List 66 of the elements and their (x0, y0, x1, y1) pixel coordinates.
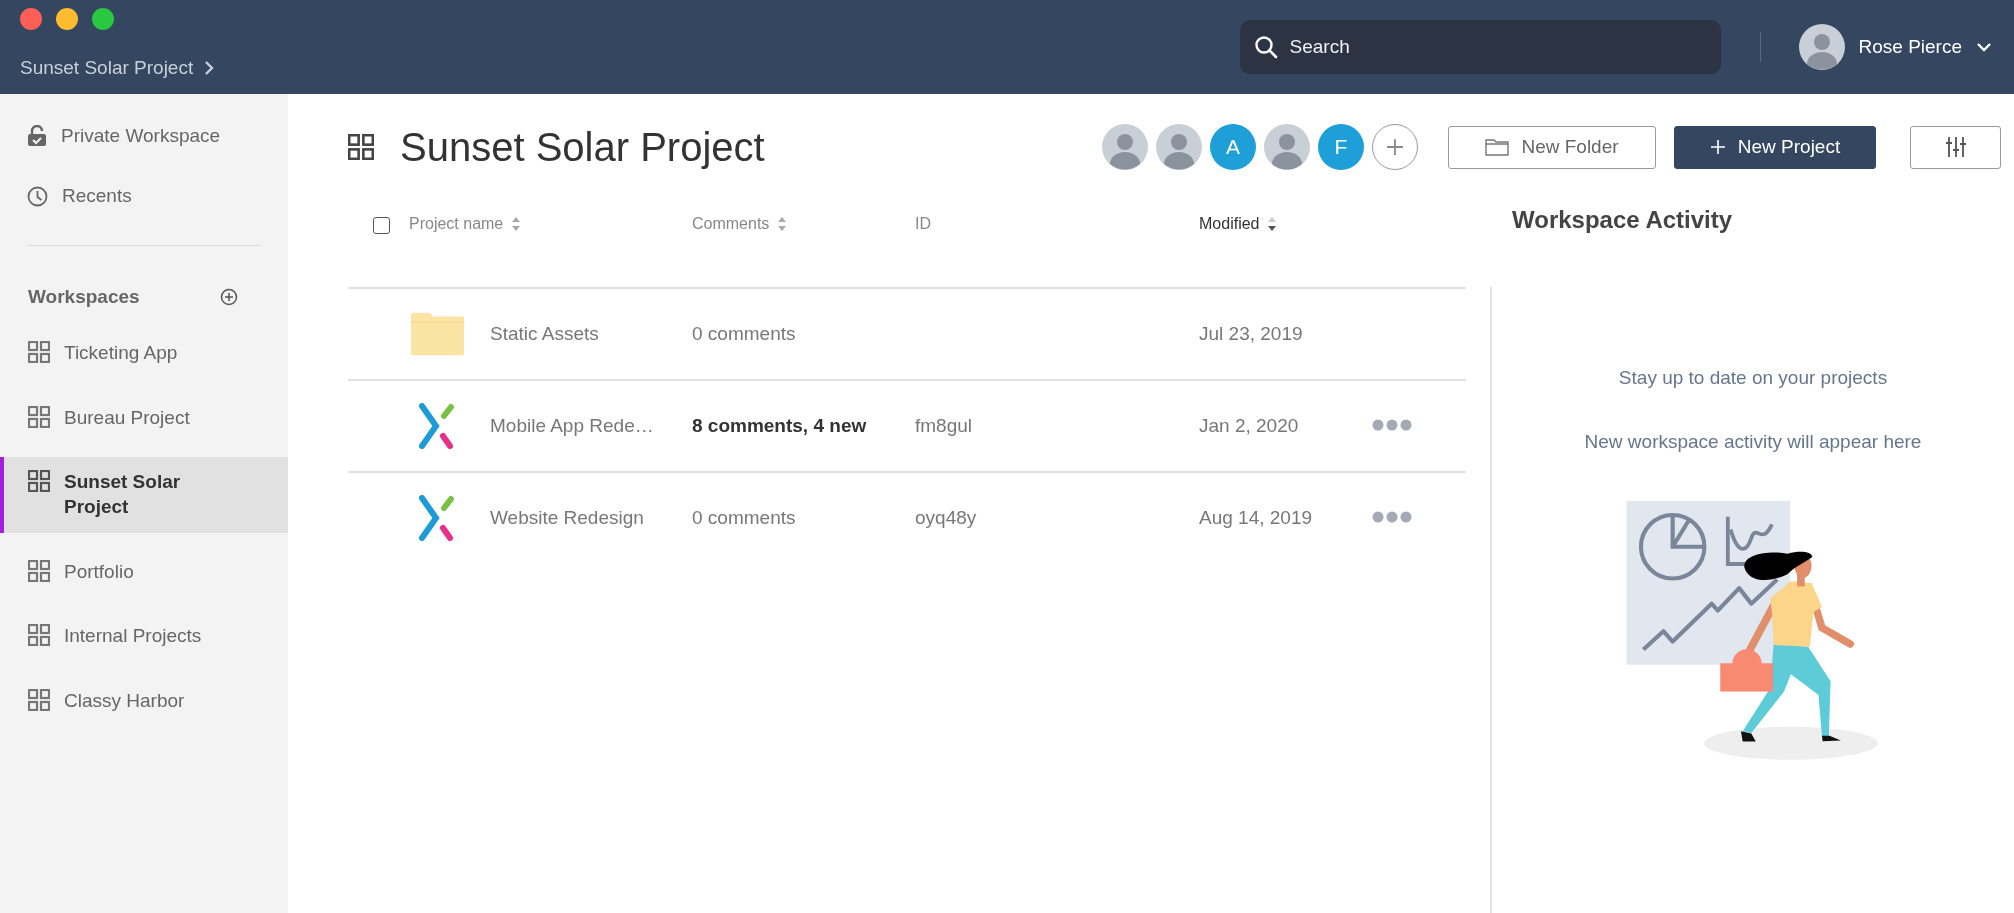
modified-date: Jan 2, 2020 (1199, 415, 1299, 436)
more-icon[interactable] (1372, 511, 1412, 523)
plus-icon (1386, 138, 1404, 156)
grid-icon (28, 689, 50, 712)
panel-title: Workspace Activity (1511, 205, 1734, 235)
avatar-icon (1264, 124, 1310, 170)
comment-count: 0 comments (692, 323, 796, 344)
avatar-icon (1798, 24, 1845, 70)
sidebar-link[interactable]: Private Workspace (61, 125, 221, 147)
grid-icon (28, 559, 50, 582)
new-folder-button[interactable]: New Folder (1448, 125, 1656, 169)
sort-icon[interactable] (1267, 216, 1278, 232)
project-name[interactable]: Static Assets (490, 323, 599, 345)
comment-count: 8 comments, 4 new (692, 415, 867, 436)
avatar: A (1210, 124, 1256, 170)
column-header[interactable]: Modified (1199, 215, 1260, 233)
grid-icon (28, 470, 50, 493)
modified-date: Jul 23, 2019 (1199, 323, 1303, 344)
empty-state-text: New workspace activity will appear here (1584, 431, 1922, 453)
column-header[interactable]: Comments (692, 215, 770, 233)
breadcrumb-link[interactable]: Sunset Solar Project (20, 57, 194, 79)
workspace-item[interactable]: Sunset Solar Project (0, 457, 288, 533)
workspace-item[interactable]: Ticketing App (0, 328, 288, 379)
modified-date: Aug 14, 2019 (1199, 507, 1313, 528)
clock-icon (27, 185, 48, 207)
plus-icon (1709, 139, 1726, 155)
grid-icon (28, 405, 50, 428)
search-field[interactable]: Search (1239, 20, 1721, 74)
search-icon (1253, 35, 1278, 59)
filter-button[interactable] (1910, 125, 2001, 169)
logo-icon (418, 495, 456, 541)
new-project-button[interactable]: New Project (1674, 125, 1876, 169)
workspace-item[interactable]: Classy Harbor (0, 676, 288, 727)
grid-icon (28, 624, 50, 647)
section-heading: Workspaces (28, 286, 140, 308)
project-name[interactable]: Website Redesign (490, 507, 644, 529)
minimize-button[interactable] (56, 8, 78, 30)
page-title: Sunset Solar Project (400, 124, 766, 170)
workspace-item[interactable]: Internal Projects (0, 611, 288, 663)
lock-icon (27, 125, 47, 147)
avatar-icon (1156, 124, 1202, 170)
folder-icon (1485, 138, 1510, 156)
sidebar-link[interactable]: Recents (62, 185, 132, 207)
logo-icon (418, 403, 456, 449)
close-button[interactable] (20, 8, 42, 30)
more-icon[interactable] (1372, 419, 1412, 431)
avatar-icon (1102, 124, 1148, 170)
folder-icon (409, 311, 465, 357)
avatar: F (1318, 124, 1364, 170)
column-header[interactable]: ID (915, 215, 931, 233)
zoom-button[interactable] (92, 8, 114, 30)
grid-icon (28, 341, 50, 363)
project-name[interactable]: Mobile App Rede… (490, 415, 654, 437)
add-member-button[interactable] (1372, 124, 1418, 170)
checkbox[interactable] (373, 217, 390, 234)
project-id: oyq48y (915, 507, 977, 528)
user-name[interactable]: Rose Pierce (1858, 36, 1962, 58)
project-id: fm8gul (915, 415, 973, 436)
workspace-item[interactable]: Bureau Project (0, 392, 288, 444)
empty-state-text: Stay up to date on your projects (1618, 367, 1888, 389)
add-icon (220, 288, 238, 306)
grid-icon (348, 134, 374, 160)
comment-count: 0 comments (692, 507, 796, 528)
workspace-item[interactable]: Portfolio (0, 546, 288, 598)
sliders-icon (1944, 136, 1967, 158)
column-header[interactable]: Project name (409, 215, 504, 233)
